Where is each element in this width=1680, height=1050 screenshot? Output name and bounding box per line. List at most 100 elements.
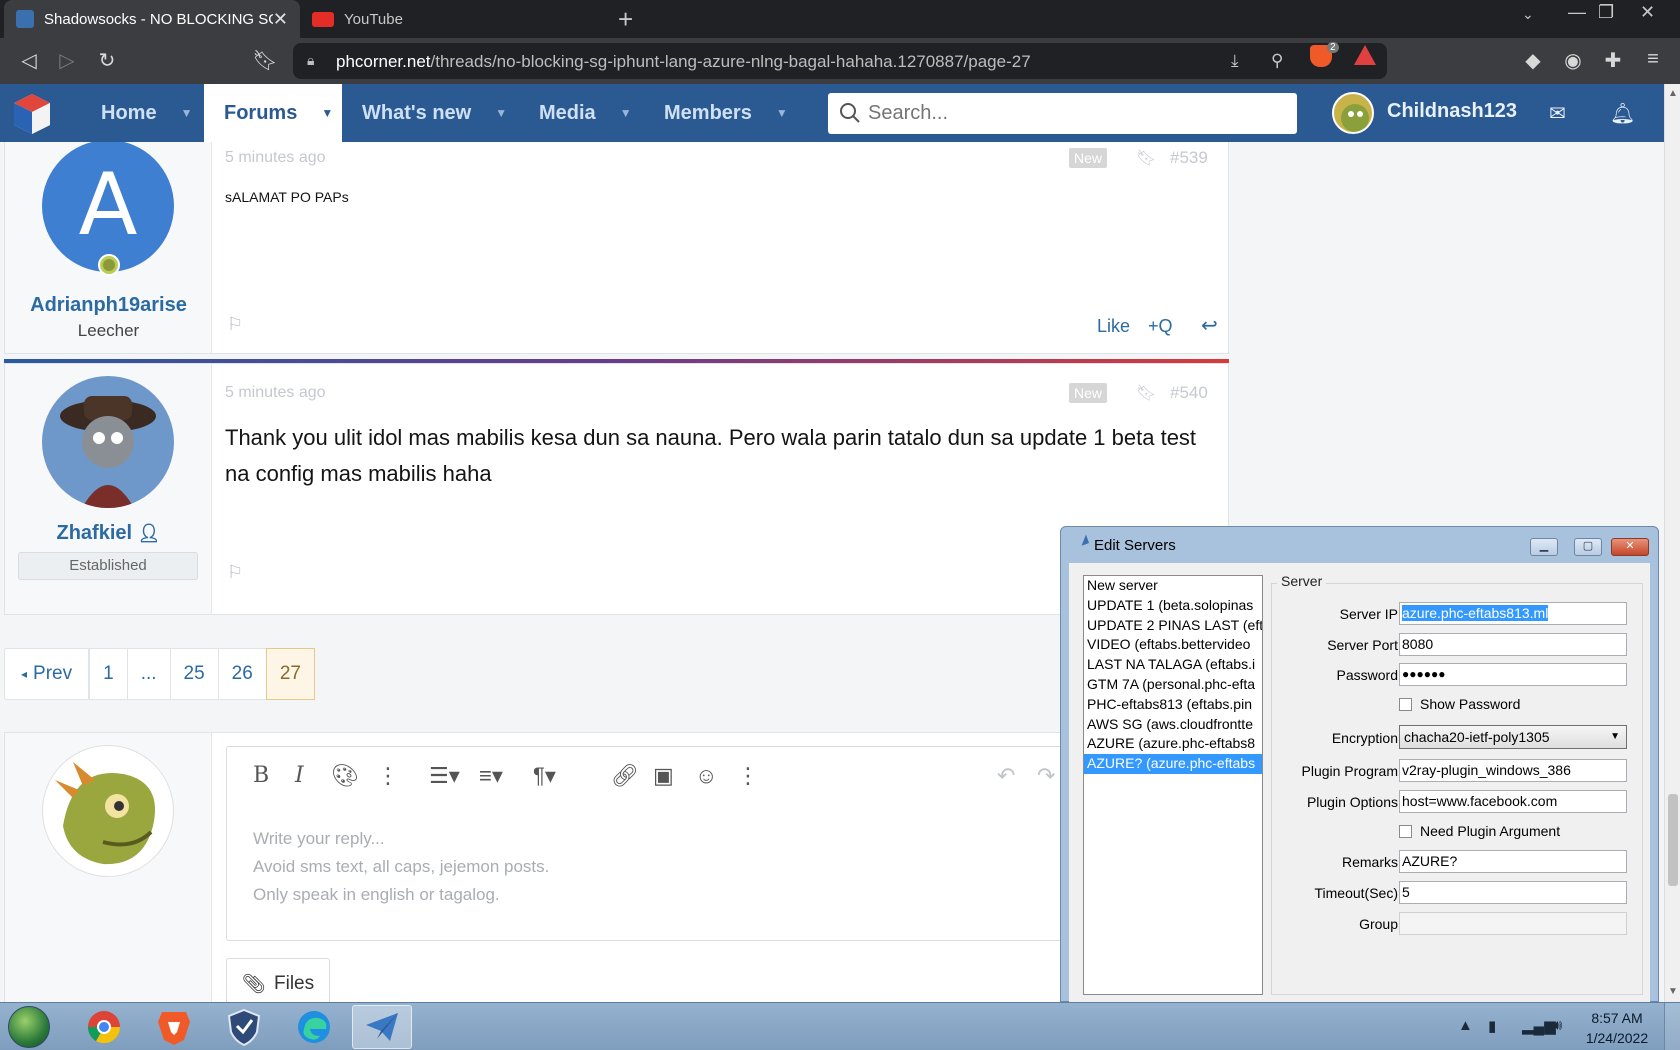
tab-shadowsocks[interactable]: Shadowsocks - NO BLOCKING SG ✕ (4, 0, 300, 38)
taskbar-chrome[interactable] (74, 1005, 134, 1049)
italic-icon[interactable]: I (295, 763, 304, 788)
page-link-1[interactable]: 1 (89, 648, 128, 700)
post-time[interactable]: 5 minutes ago (225, 149, 326, 167)
search-input[interactable] (868, 101, 1278, 125)
nav-forums[interactable]: Forums ▼ (204, 84, 342, 142)
install-app-icon[interactable]: ⤓ (1231, 51, 1239, 71)
server-list-item[interactable]: UPDATE 2 PINAS LAST (eft (1084, 616, 1262, 636)
server-list-item[interactable]: UPDATE 1 (beta.solopinas (1084, 596, 1262, 616)
user-avatar[interactable] (1332, 92, 1374, 134)
back-icon[interactable]: ◁ (16, 48, 42, 73)
server-list-item[interactable]: VIDEO (eftabs.bettervideo (1084, 635, 1262, 655)
address-bar[interactable]: 🔒︎ phcorner.net/threads/no-blocking-sg-i… (293, 43, 1387, 79)
bookmark-icon[interactable]: 🔖︎ (1136, 148, 1156, 168)
server-list-item[interactable]: New server (1084, 576, 1262, 596)
site-search-box[interactable] (828, 93, 1297, 134)
more-options-icon[interactable]: ⋮ (377, 763, 399, 789)
quote-button[interactable]: +Q (1148, 316, 1173, 337)
taskbar-security-app[interactable] (214, 1005, 274, 1049)
chevron-down-icon[interactable]: ▼ (495, 106, 507, 120)
undo-icon[interactable]: ↶ (997, 763, 1015, 789)
minimize-window-icon[interactable]: — (1568, 2, 1586, 23)
taskbar-clock[interactable]: 8:57 AM 1/24/2022 (1582, 1008, 1652, 1048)
show-password-checkbox[interactable]: Show Password (1399, 696, 1520, 712)
avatar[interactable] (42, 745, 174, 877)
group-input[interactable] (1399, 912, 1627, 935)
nav-whats-new[interactable]: What's new ▼ (362, 84, 507, 142)
nav-home[interactable]: Home ▼ (101, 84, 192, 142)
close-window-icon[interactable]: ✕ (1640, 2, 1655, 23)
forward-icon[interactable]: ▷ (54, 48, 80, 73)
taskbar-edge[interactable] (284, 1005, 344, 1049)
post-number[interactable]: #540 (1170, 383, 1208, 403)
tab-youtube[interactable]: YouTube (300, 0, 600, 38)
server-port-input[interactable]: 8080 (1399, 633, 1627, 656)
avatar[interactable] (42, 376, 174, 508)
plugin-program-input[interactable]: v2ray-plugin_windows_386 (1399, 759, 1627, 782)
paragraph-icon[interactable]: ¶▾ (533, 763, 556, 789)
bookmark-icon[interactable]: 🔖︎ (1136, 383, 1156, 403)
brave-rewards-icon[interactable] (1354, 45, 1376, 65)
page-link-25[interactable]: 25 (169, 648, 219, 700)
nav-media[interactable]: Media ▼ (539, 84, 632, 142)
chevron-down-icon[interactable]: ▼ (620, 106, 632, 120)
bold-icon[interactable]: B (253, 763, 269, 788)
text-color-icon[interactable]: 🎨︎ (331, 763, 359, 789)
scroll-down-icon[interactable]: ▼ (1668, 986, 1678, 997)
restore-window-icon[interactable]: ❐ (1598, 2, 1614, 23)
server-list-item[interactable]: AZURE (azure.phc-eftabs8 (1084, 734, 1262, 754)
show-hidden-icons-icon[interactable]: ▲ (1458, 1017, 1473, 1034)
link-icon[interactable]: 🔗︎ (611, 763, 639, 789)
close-tab-icon[interactable]: ✕ (273, 9, 288, 30)
reload-icon[interactable]: ↻ (94, 48, 120, 73)
server-list-item[interactable]: GTM 7A (personal.phc-efta (1084, 675, 1262, 695)
post-author[interactable]: Adrianph19arise (5, 294, 212, 317)
need-plugin-argument-checkbox[interactable]: Need Plugin Argument (1399, 823, 1560, 839)
username[interactable]: Childnash123 (1387, 100, 1517, 123)
emoji-icon[interactable]: ☺ (695, 763, 717, 789)
bookmark-icon[interactable]: 🔖︎ (252, 48, 278, 73)
taskbar-brave[interactable] (144, 1005, 204, 1049)
post-author[interactable]: Zhafkiel 👤︎ (5, 522, 212, 545)
password-input[interactable]: ●●●●●● (1399, 663, 1627, 686)
chevron-down-icon[interactable]: ▼ (181, 106, 193, 120)
server-list-item[interactable]: PHC-eftabs813 (eftabs.pin (1084, 695, 1262, 715)
dialog-close-button[interactable]: ✕ (1611, 538, 1649, 556)
server-ip-input[interactable]: azure.phc-eftabs813.ml (1399, 602, 1627, 625)
server-list-item-selected[interactable]: AZURE? (azure.phc-eftabs (1084, 754, 1262, 774)
plugin-options-input[interactable]: host=www.facebook.com (1399, 790, 1627, 813)
server-list[interactable]: New server UPDATE 1 (beta.solopinas UPDA… (1083, 575, 1263, 995)
more-insert-icon[interactable]: ⋮ (737, 763, 759, 789)
avatar[interactable]: A (42, 142, 174, 272)
list-icon[interactable]: ☰▾ (429, 763, 460, 789)
tab-search-icon[interactable]: ⌄ (1522, 6, 1534, 23)
post-time[interactable]: 5 minutes ago (225, 384, 326, 402)
page-link-26[interactable]: 26 (217, 648, 267, 700)
page-link-current[interactable]: 27 (265, 648, 315, 700)
notifications-bell-icon[interactable]: 🔔︎ (1610, 101, 1635, 126)
extensions-puzzle-icon[interactable]: ✚ (1600, 48, 1626, 73)
report-flag-icon[interactable]: ⚐ (227, 314, 243, 335)
phcorner-logo-icon[interactable] (10, 92, 54, 136)
encryption-select[interactable]: chacha20-ietf-poly1305 ▼ (1399, 725, 1627, 749)
server-list-item[interactable]: LAST NA TALAGA (eftabs.i (1084, 655, 1262, 675)
dialog-minimize-button[interactable]: ▁ (1530, 538, 1558, 556)
chevron-down-icon[interactable]: ▼ (321, 106, 333, 120)
volume-icon[interactable]: 🔊︎ (1553, 1017, 1562, 1034)
reply-arrow-icon[interactable]: ↩ (1201, 313, 1218, 338)
page-scrollbar[interactable]: ▲ ▼ (1664, 84, 1680, 1002)
chevron-down-icon[interactable]: ▼ (776, 106, 788, 120)
network-icon[interactable]: ▂▄▆ (1522, 1017, 1556, 1035)
prev-page-button[interactable]: ◂ Prev (4, 648, 90, 700)
like-button[interactable]: Like (1097, 316, 1130, 337)
menu-icon[interactable]: ≡ (1640, 48, 1666, 71)
page-ellipsis[interactable]: ... (126, 648, 171, 700)
url-text[interactable]: phcorner.net/threads/no-blocking-sg-iphu… (336, 52, 1031, 72)
vpn-extension-icon[interactable]: ◉ (1560, 48, 1586, 73)
dialog-maximize-button[interactable]: ▢ (1574, 538, 1602, 556)
inbox-icon[interactable]: ✉ (1549, 101, 1566, 126)
show-desktop-button[interactable] (1664, 1003, 1680, 1050)
scroll-up-icon[interactable]: ▲ (1668, 88, 1678, 99)
new-tab-icon[interactable]: + (618, 4, 633, 35)
nav-members[interactable]: Members ▼ (664, 84, 788, 142)
